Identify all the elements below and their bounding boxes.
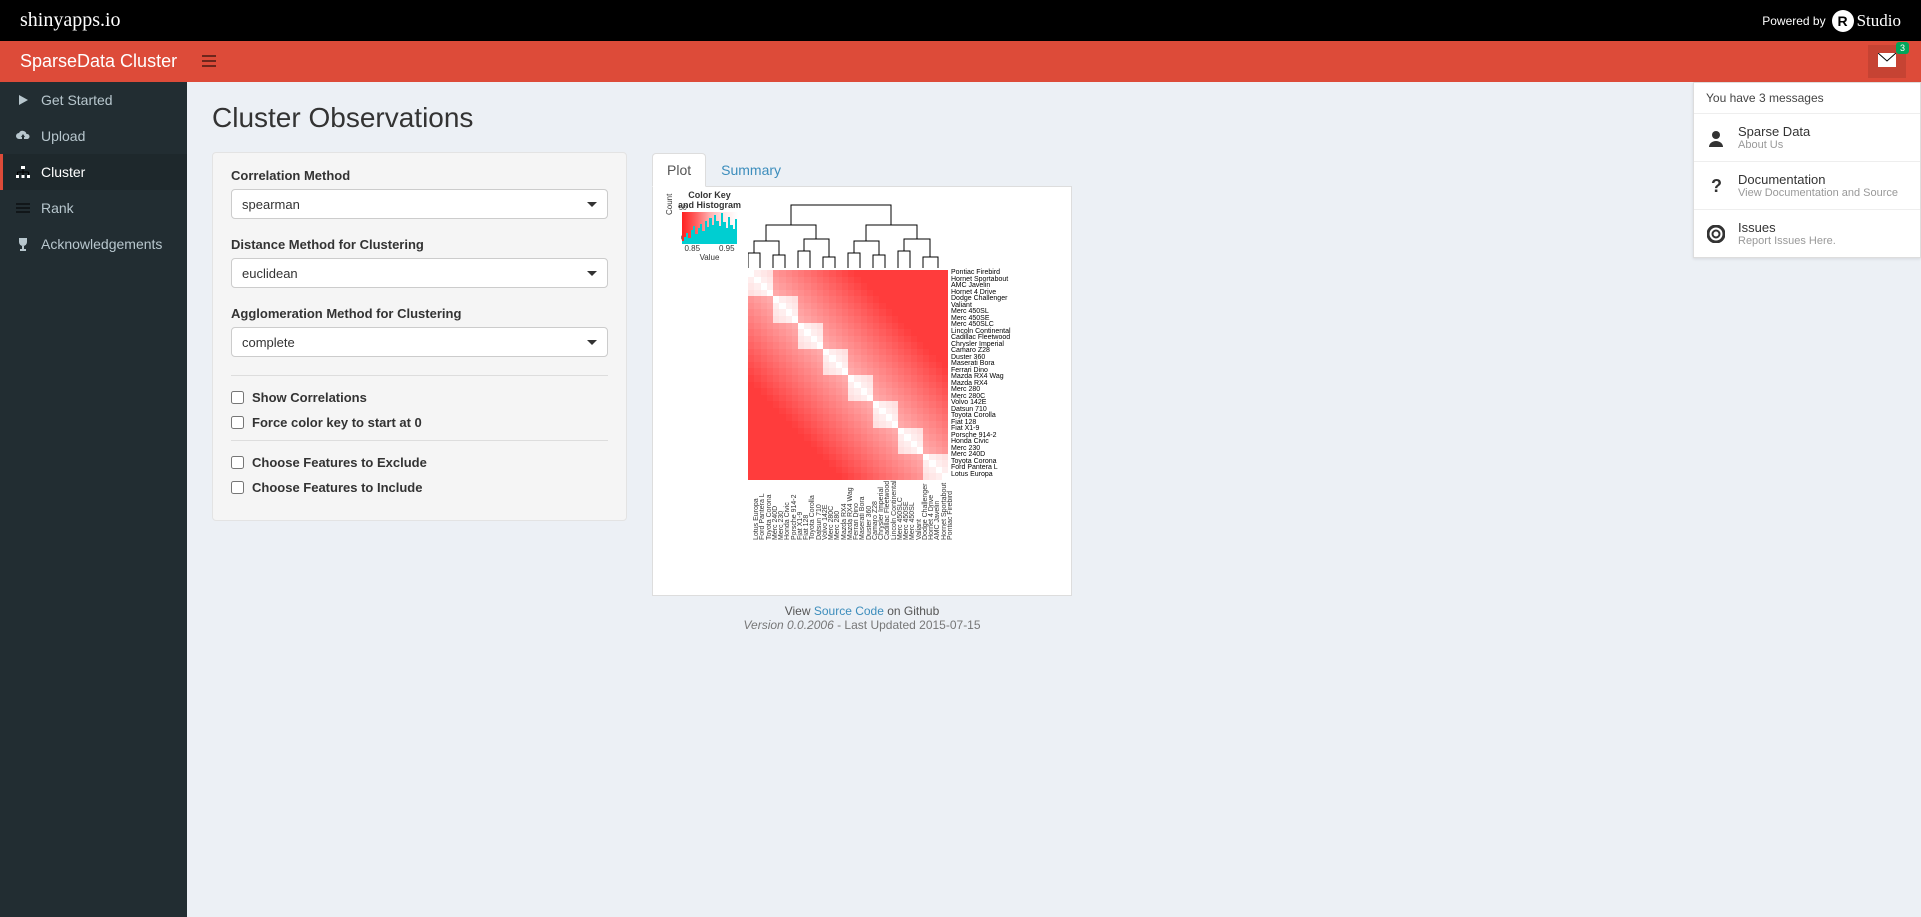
color-key: Color Keyand Histogram Count 50 0 0.85 0… (667, 191, 752, 262)
tabs: Plot Summary (652, 152, 1072, 187)
footer-updated: - Last Updated 2015-07-15 (834, 618, 981, 632)
checkbox-input[interactable] (231, 391, 244, 404)
footer: View Source Code on Github Version 0.0.2… (652, 604, 1072, 632)
exclude-features-checkbox[interactable]: Choose Features to Exclude (231, 455, 608, 470)
list-icon (15, 202, 31, 214)
checkbox-label: Show Correlations (252, 390, 367, 405)
life-ring-icon (1706, 225, 1726, 243)
xtick: 0.85 (684, 244, 700, 253)
message-title: Sparse Data (1738, 124, 1810, 139)
powered-by: Powered by R Studio (1762, 10, 1901, 32)
color-key-ylabel: Count (665, 194, 674, 215)
correlation-method-label: Correlation Method (231, 168, 608, 183)
sitemap-icon (15, 166, 31, 178)
sidebar-item-label: Cluster (41, 164, 85, 180)
color-key-gradient (682, 212, 738, 244)
include-features-checkbox[interactable]: Choose Features to Include (231, 480, 608, 495)
messages-button[interactable]: 3 (1868, 45, 1906, 78)
source-code-link[interactable]: Source Code (814, 604, 884, 618)
message-desc: About Us (1738, 139, 1810, 151)
chevron-down-icon (587, 271, 597, 276)
heatmap-col-labels: Lotus EuropaFord Pantera LToyota CoronaM… (748, 485, 948, 555)
main-content: You have 3 messages Sparse DataAbout Us … (187, 82, 1921, 917)
rstudio-logo: R Studio (1832, 10, 1901, 32)
messages-dropdown-header: You have 3 messages (1694, 83, 1920, 114)
sidebar: Get Started Upload Cluster Rank Acknowle… (0, 82, 187, 917)
distance-method-select[interactable]: euclidean (231, 258, 608, 288)
show-correlations-checkbox[interactable]: Show Correlations (231, 390, 608, 405)
footer-view: View (785, 604, 814, 618)
envelope-icon (1878, 53, 1896, 67)
rstudio-text: Studio (1857, 11, 1901, 31)
message-desc: Report Issues Here. (1738, 235, 1836, 247)
message-item-sparse-data[interactable]: Sparse DataAbout Us (1694, 114, 1920, 162)
column-dendrogram (748, 193, 948, 268)
cloud-upload-icon (15, 130, 31, 142)
play-icon (15, 94, 31, 106)
chevron-down-icon (587, 202, 597, 207)
agglomeration-method-label: Agglomeration Method for Clustering (231, 306, 608, 321)
checkbox-label: Force color key to start at 0 (252, 415, 422, 430)
output-panel: Plot Summary Color Keyand Histogram Coun… (652, 152, 1072, 632)
trophy-icon (15, 237, 31, 251)
correlation-method-select[interactable]: spearman (231, 189, 608, 219)
hamburger-icon (202, 55, 216, 67)
message-item-documentation[interactable]: ? DocumentationView Documentation and So… (1694, 162, 1920, 210)
sidebar-toggle-button[interactable] (202, 54, 216, 70)
sidebar-item-get-started[interactable]: Get Started (0, 82, 187, 118)
force-zero-checkbox[interactable]: Force color key to start at 0 (231, 415, 608, 430)
rstudio-r-icon: R (1832, 10, 1854, 32)
sidebar-item-label: Upload (41, 128, 85, 144)
sidebar-item-upload[interactable]: Upload (0, 118, 187, 154)
question-icon: ? (1706, 176, 1726, 196)
plot-tab-content: Color Keyand Histogram Count 50 0 0.85 0… (652, 187, 1072, 596)
footer-on-github: on Github (884, 604, 939, 618)
color-key-histogram (682, 212, 738, 244)
messages-badge: 3 (1896, 42, 1909, 54)
distance-method-value: euclidean (242, 266, 298, 281)
app-title[interactable]: SparseData Cluster (0, 51, 187, 72)
sidebar-item-label: Get Started (41, 92, 113, 108)
heatmap-row-labels: Pontiac FirebirdHornet SportaboutAMC Jav… (951, 270, 1011, 478)
message-title: Documentation (1738, 172, 1898, 187)
controls-panel: Correlation Method spearman Distance Met… (212, 152, 627, 521)
sidebar-item-acknowledgements[interactable]: Acknowledgements (0, 226, 187, 262)
sidebar-item-cluster[interactable]: Cluster (0, 154, 187, 190)
agglomeration-method-select[interactable]: complete (231, 327, 608, 357)
agglomeration-method-value: complete (242, 335, 295, 350)
message-item-issues[interactable]: IssuesReport Issues Here. (1694, 210, 1920, 257)
checkbox-input[interactable] (231, 416, 244, 429)
messages-dropdown: You have 3 messages Sparse DataAbout Us … (1693, 82, 1921, 258)
checkbox-input[interactable] (231, 481, 244, 494)
tab-summary[interactable]: Summary (706, 153, 796, 187)
powered-by-label: Powered by (1762, 14, 1825, 28)
divider (231, 440, 608, 441)
chevron-down-icon (587, 340, 597, 345)
distance-method-label: Distance Method for Clustering (231, 237, 608, 252)
tab-plot[interactable]: Plot (652, 153, 706, 187)
checkbox-input[interactable] (231, 456, 244, 469)
message-desc: View Documentation and Source (1738, 187, 1898, 199)
correlation-method-value: spearman (242, 197, 300, 212)
page-title: Cluster Observations (212, 102, 1896, 134)
xtick: 0.95 (719, 244, 735, 253)
platform-brand: shinyapps.io (20, 9, 121, 32)
heatmap-grid (748, 270, 948, 480)
app-header: SparseData Cluster 3 (0, 41, 1921, 82)
svg-text:?: ? (1711, 176, 1722, 196)
sidebar-item-label: Acknowledgements (41, 236, 162, 252)
sidebar-item-rank[interactable]: Rank (0, 190, 187, 226)
user-icon (1706, 129, 1726, 147)
message-title: Issues (1738, 220, 1836, 235)
checkbox-label: Choose Features to Exclude (252, 455, 427, 470)
color-key-xlabel: Value (667, 253, 752, 262)
footer-version: Version 0.0.2006 (743, 618, 833, 632)
checkbox-label: Choose Features to Include (252, 480, 422, 495)
divider (231, 375, 608, 376)
platform-topbar: shinyapps.io Powered by R Studio (0, 0, 1921, 41)
color-key-xticks: 0.85 0.95 (667, 244, 752, 253)
sidebar-item-label: Rank (41, 200, 74, 216)
heatmap-plot: Color Keyand Histogram Count 50 0 0.85 0… (653, 187, 1071, 595)
